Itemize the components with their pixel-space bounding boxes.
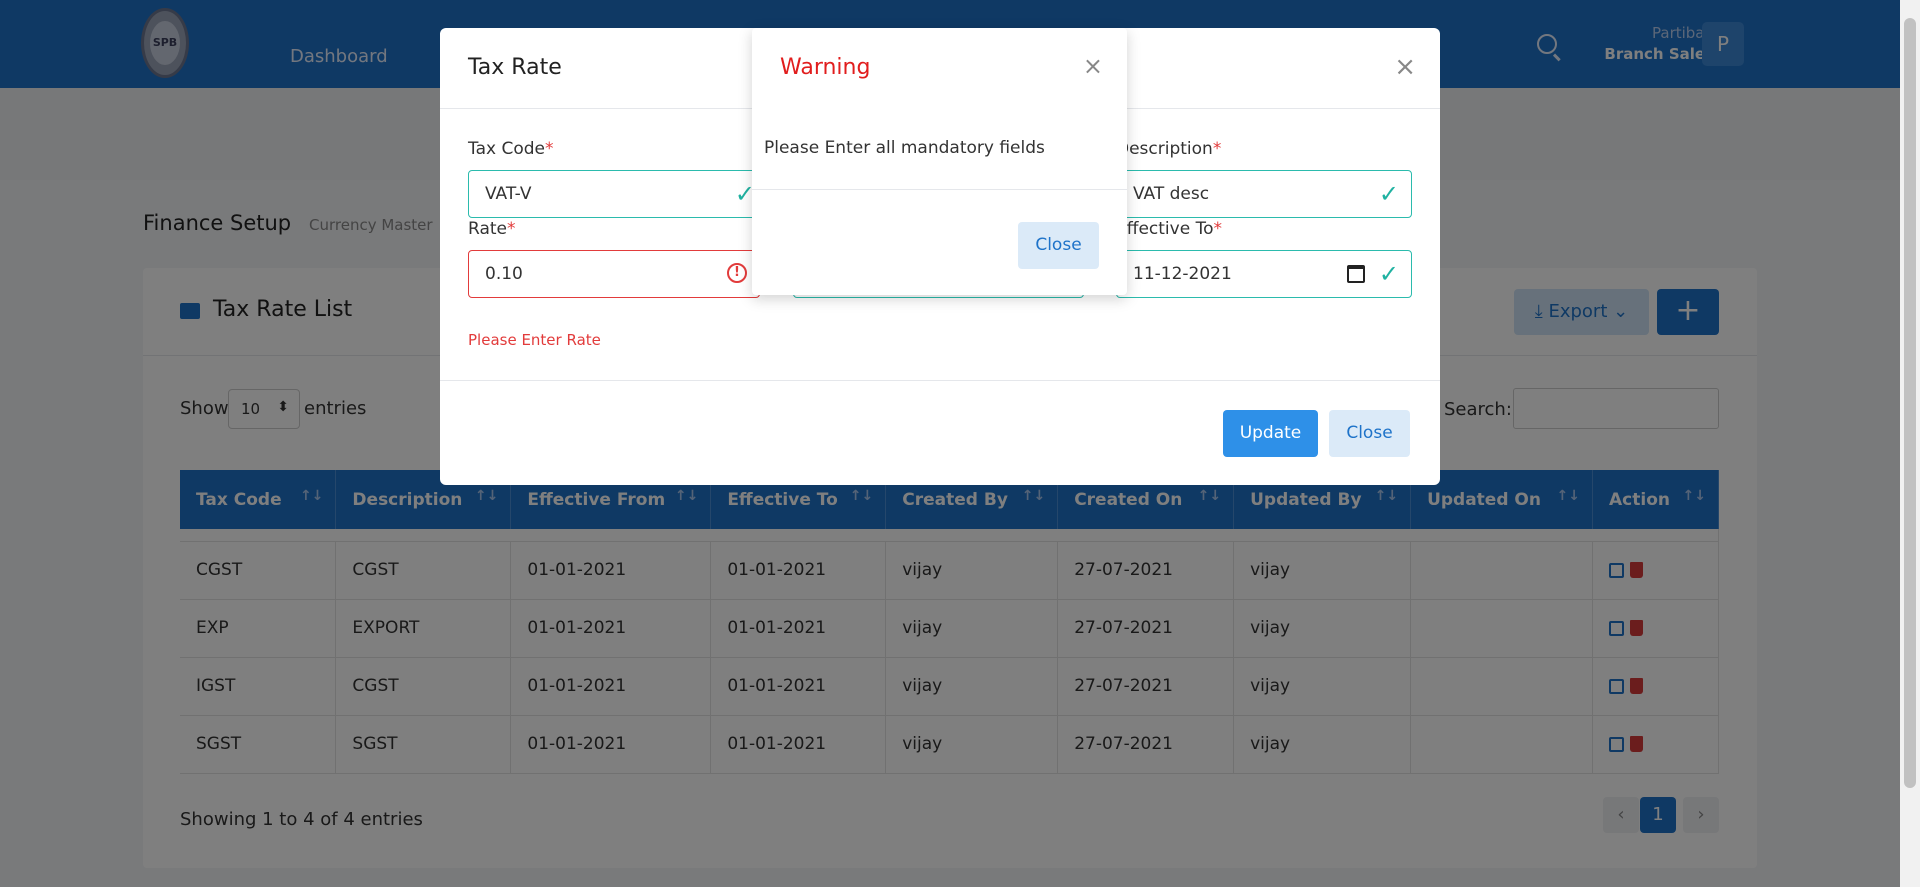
rate-label: Rate* (468, 219, 516, 239)
scroll-thumb[interactable] (1904, 18, 1916, 788)
effective-to-field[interactable]: 11-12-2021 ✓ (1116, 250, 1412, 298)
warning-title: Warning (780, 55, 871, 80)
rate-error: Please Enter Rate (468, 331, 601, 349)
close-icon[interactable]: × (1394, 52, 1416, 82)
warning-dialog: Warning × Please Enter all mandatory fie… (752, 28, 1127, 295)
description-field[interactable]: VAT desc ✓ (1116, 170, 1412, 218)
error-icon: ! (727, 263, 747, 283)
tax-code-field[interactable]: VAT-V ✓ (468, 170, 768, 218)
page-scrollbar[interactable] (1900, 0, 1920, 887)
update-button[interactable]: Update (1223, 410, 1318, 457)
modal-title: Tax Rate (468, 55, 562, 80)
warning-close-button[interactable]: Close (1018, 222, 1099, 269)
rate-field[interactable]: 0.10! (468, 250, 760, 298)
check-icon: ✓ (1378, 180, 1399, 208)
calendar-icon[interactable] (1347, 265, 1365, 283)
description-label: Description* (1116, 139, 1222, 159)
check-icon: ✓ (1378, 260, 1399, 288)
tax-code-label: Tax Code* (468, 139, 554, 159)
warning-footer (752, 189, 1127, 190)
warning-message: Please Enter all mandatory fields (764, 138, 1045, 158)
close-icon[interactable]: × (1083, 52, 1103, 80)
close-button[interactable]: Close (1329, 410, 1410, 457)
effective-to-label: Effective To* (1116, 219, 1222, 239)
